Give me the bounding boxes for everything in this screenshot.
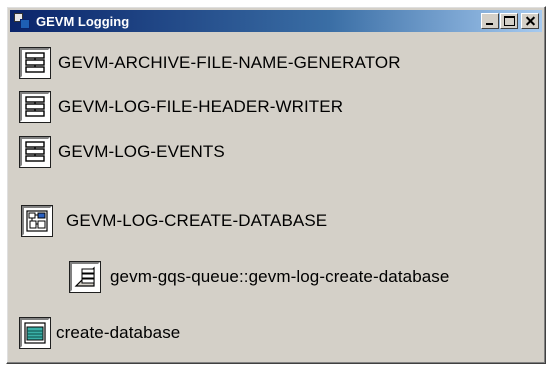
method-icon[interactable] (70, 262, 100, 292)
item-label: GEVM-LOG-FILE-HEADER-WRITER (58, 97, 344, 116)
item-label: GEVM-LOG-CREATE-DATABASE (66, 211, 328, 230)
close-button[interactable] (521, 13, 539, 29)
list-item[interactable]: gevm-gqs-queue::gevm-log-create-database (70, 262, 449, 292)
procedure-icon[interactable] (20, 48, 50, 78)
item-label: create-database (56, 323, 181, 342)
app-icon[interactable] (14, 13, 30, 29)
list-item[interactable]: create-database (20, 318, 180, 348)
list-item[interactable]: GEVM-LOG-CREATE-DATABASE (22, 206, 327, 236)
window-controls (480, 13, 539, 29)
list-item[interactable]: GEVM-LOG-EVENTS (20, 137, 225, 167)
procedure-icon[interactable] (20, 137, 50, 167)
database-icon[interactable] (20, 318, 50, 348)
maximize-button[interactable] (500, 13, 518, 29)
workspace-icon[interactable] (22, 206, 52, 236)
procedure-icon[interactable] (20, 92, 50, 122)
item-label: GEVM-LOG-EVENTS (58, 142, 225, 161)
item-label: gevm-gqs-queue::gevm-log-create-database (110, 267, 450, 286)
workspace-area: GEVM-ARCHIVE-FILE-NAME-GENERATOR GEVM-LO… (10, 34, 542, 360)
minimize-button[interactable] (481, 13, 499, 29)
gevm-logging-window: GEVM Logging GEVM-ARCHIVE-FILE-NAME-GENE… (6, 6, 546, 364)
list-item[interactable]: GEVM-LOG-FILE-HEADER-WRITER (20, 92, 343, 122)
window-title: GEVM Logging (36, 13, 130, 29)
item-label: GEVM-ARCHIVE-FILE-NAME-GENERATOR (58, 53, 401, 72)
title-bar[interactable]: GEVM Logging (10, 10, 542, 32)
list-item[interactable]: GEVM-ARCHIVE-FILE-NAME-GENERATOR (20, 48, 401, 78)
